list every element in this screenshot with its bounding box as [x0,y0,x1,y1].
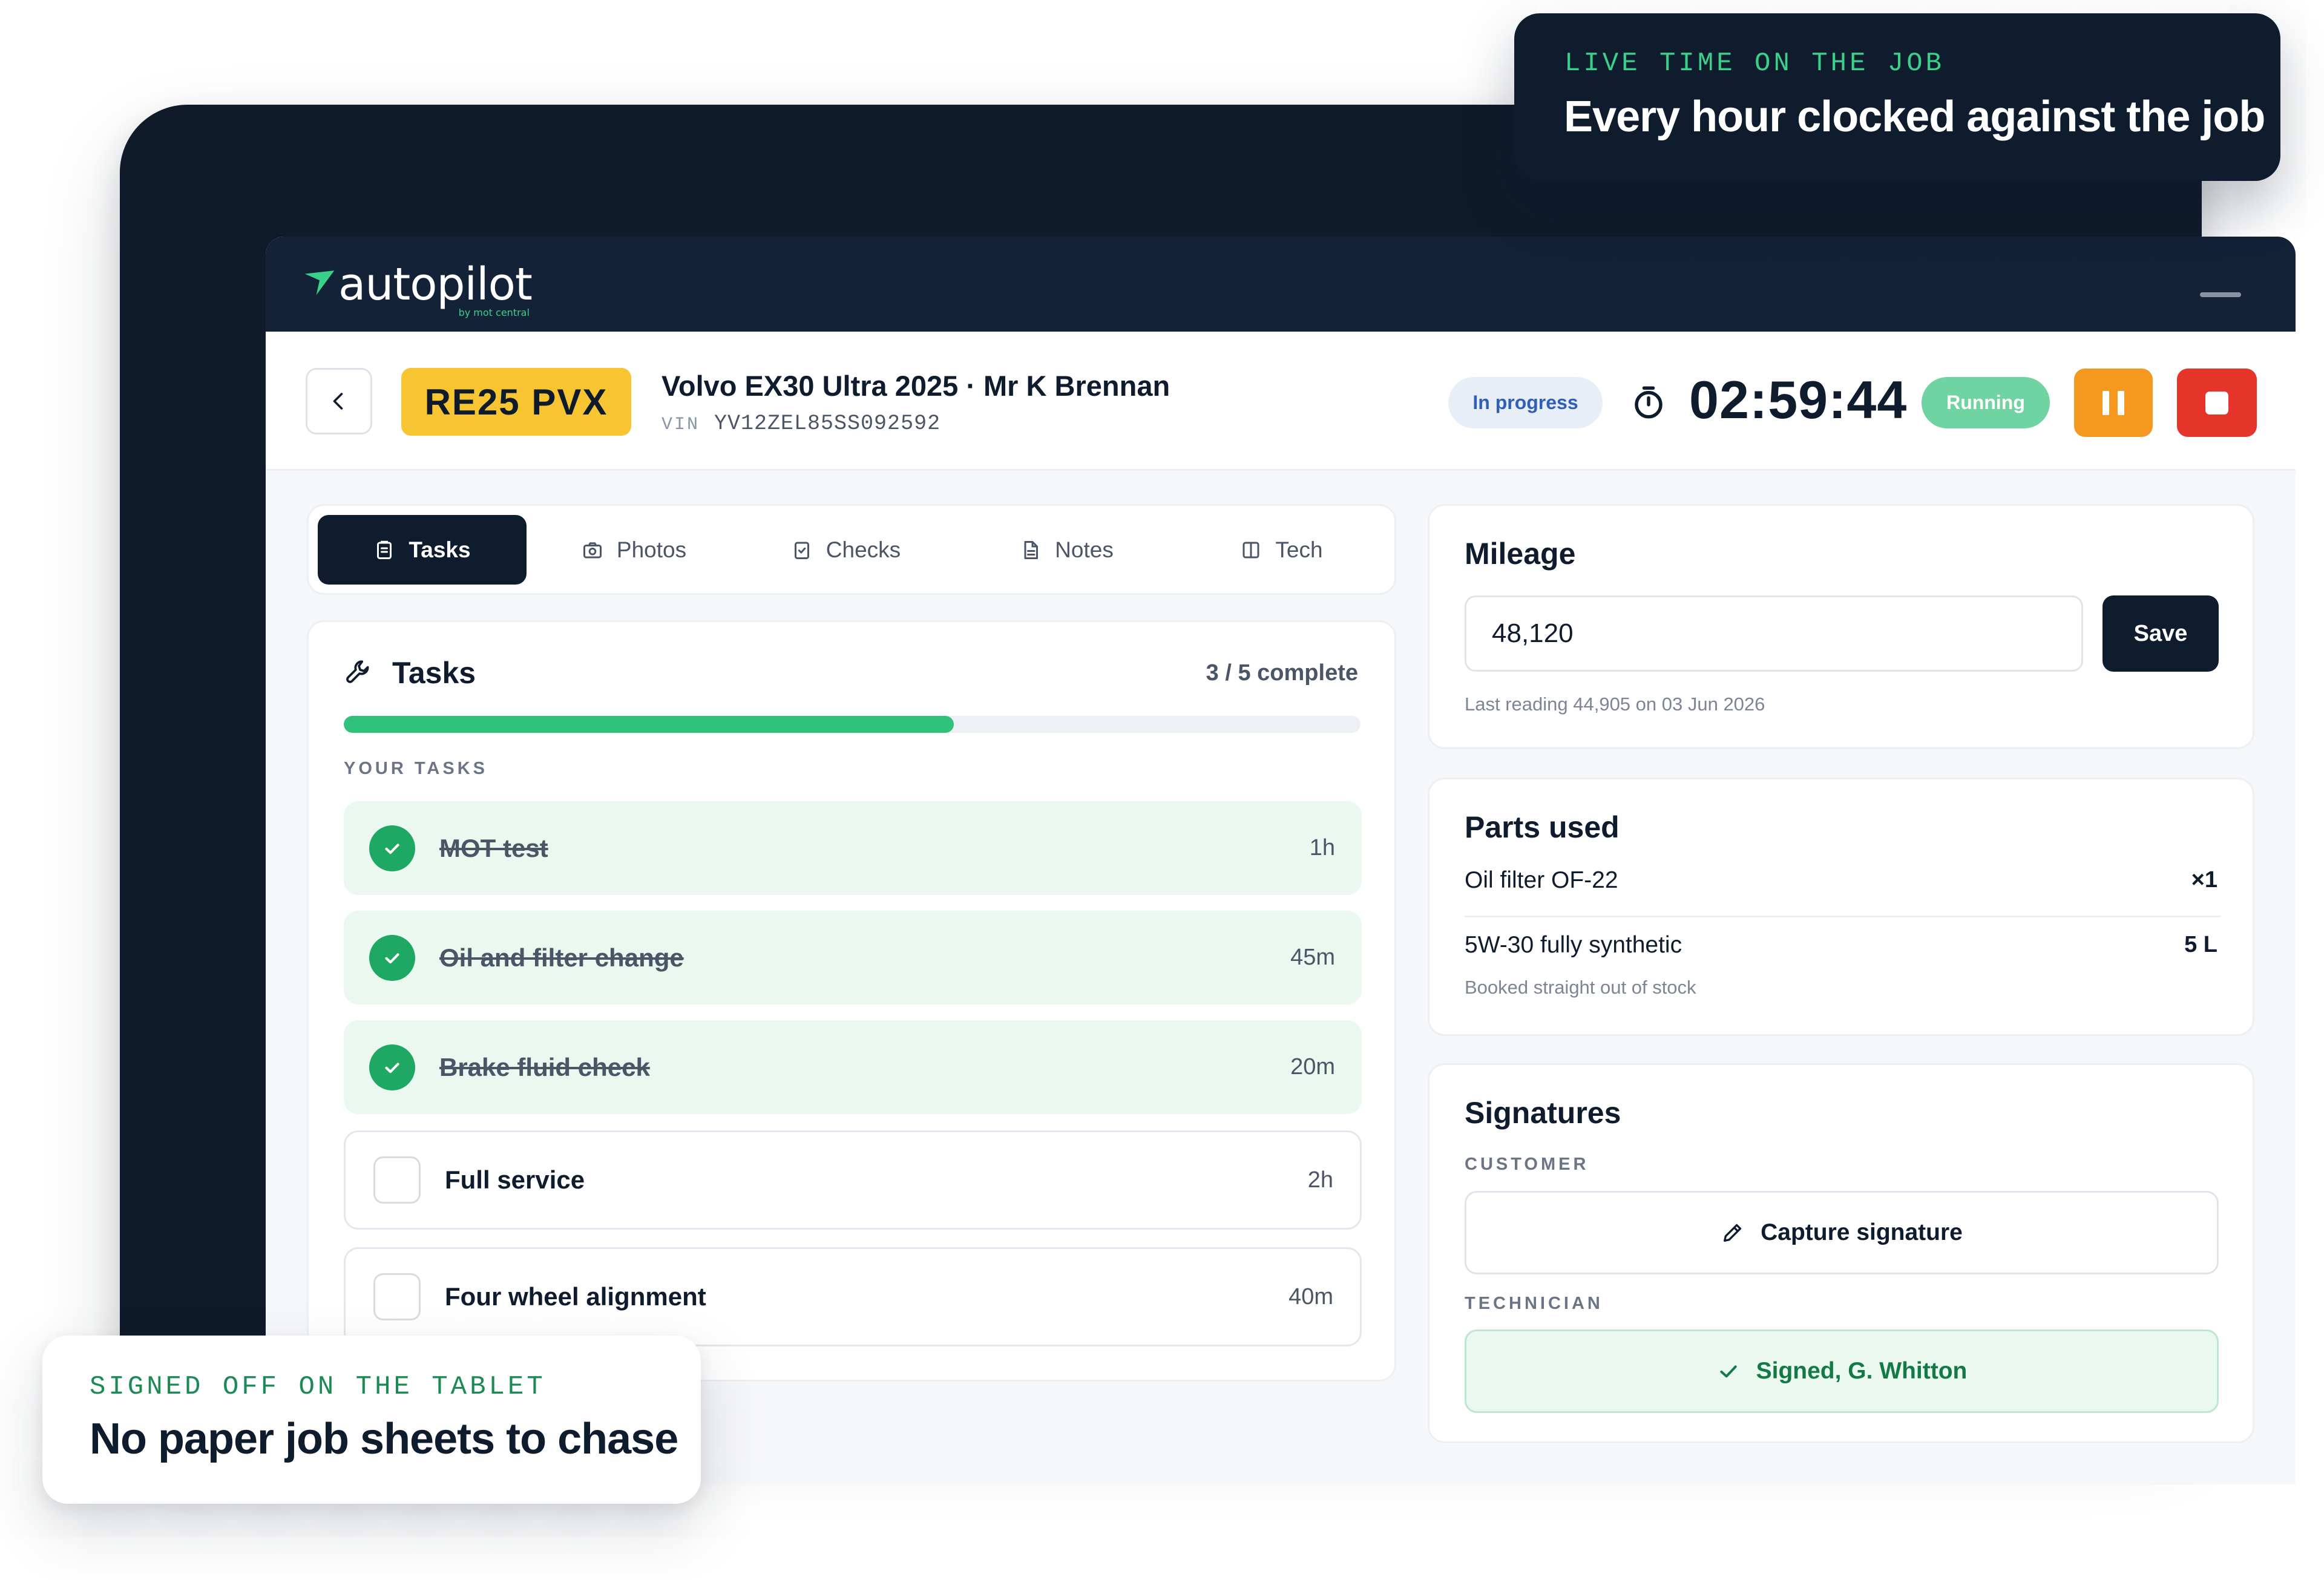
task-name: Brake fluid check [439,1052,650,1081]
callout-headline: No paper job sheets to chase [90,1415,678,1463]
divider [1465,916,2221,917]
autopilot-logo: autopilot by mot central [303,258,533,318]
task-row[interactable]: Four wheel alignment 40m [344,1247,1362,1346]
tab-checks[interactable]: Checks [741,515,950,585]
task-checkbox-checked[interactable] [369,1044,415,1090]
part-quantity: 5 L [2184,932,2217,957]
pencil-icon [1724,1224,1742,1242]
technician-label: TECHNICIAN [1465,1294,1603,1313]
task-duration: 40m [1288,1283,1333,1310]
customer-label: CUSTOMER [1465,1155,1589,1174]
save-mileage-button[interactable]: Save [2102,595,2219,672]
task-row[interactable]: Brake fluid check 20m [344,1020,1362,1114]
tablet-screen: autopilot by mot central RE25 PVX Volvo … [266,237,2296,1484]
callout-signed-off: SIGNED OFF ON THE TABLET No paper job sh… [42,1336,701,1504]
technician-signed-badge[interactable]: Signed, G. Whitton [1465,1329,2219,1413]
registration-plate: RE25 PVX [401,368,631,436]
part-quantity: ×1 [2191,867,2217,893]
tasks-card: Tasks 3 / 5 complete YOUR TASKS MOT test… [307,620,1396,1382]
tab-tasks[interactable]: Tasks [318,515,527,585]
last-reading-note: Last reading 44,905 on 03 Jun 2026 [1465,693,1765,715]
vin-label: VIN [661,415,700,435]
tab-label: Tech [1275,537,1323,562]
menu-icon[interactable] [2200,292,2241,297]
task-duration: 2h [1307,1167,1333,1193]
task-checkbox[interactable] [373,1273,421,1320]
task-duration: 1h [1309,835,1335,860]
mileage-title: Mileage [1465,537,1576,571]
tab-photos[interactable]: Photos [530,515,738,585]
vehicle-title: Volvo EX30 Ultra 2025 · Mr K Brennan [661,370,1170,402]
tab-label: Checks [826,537,901,562]
clipboard-icon [377,540,392,559]
tab-tech[interactable]: Tech [1177,515,1386,585]
vin-row: VIN YV12ZEL85SS092592 [661,411,940,436]
parts-card: Parts used Oil filter OF-22 ×1 5W-30 ful… [1428,778,2254,1036]
timer-state-badge: Running [1922,377,2050,428]
tab-label: Photos [616,537,687,562]
checkmark-icon [385,843,399,854]
task-row[interactable]: MOT test 1h [344,801,1362,895]
chevron-left-icon [333,393,343,410]
tab-notes[interactable]: Notes [962,515,1171,585]
tasks-progress-fill [344,716,954,733]
stop-button[interactable] [2177,369,2257,437]
task-name: Oil and filter change [439,943,684,972]
parts-title: Parts used [1465,810,1620,844]
mileage-card: Mileage 48,120 Save Last reading 44,905 … [1428,504,2254,749]
task-checkbox[interactable] [373,1156,421,1204]
logo-wordmark: autopilot [338,258,533,310]
mileage-input[interactable]: 48,120 [1465,595,2083,672]
status-badge: In progress [1448,377,1603,428]
task-checkbox-checked[interactable] [369,934,415,981]
vin-value: YV12ZEL85SS092592 [714,411,941,436]
capture-signature-button[interactable]: Capture signature [1465,1191,2219,1274]
task-name: Full service [445,1165,585,1194]
parts-note: Booked straight out of stock [1465,977,1696,998]
job-header: RE25 PVX Volvo EX30 Ultra 2025 · Mr K Br… [266,332,2296,471]
job-timer: 02:59:44 [1689,370,1908,430]
stop-icon [2205,391,2228,415]
callout-headline: Every hour clocked against the job [1564,93,2265,141]
task-row[interactable]: Oil and filter change 45m [344,911,1362,1005]
task-name: Four wheel alignment [445,1282,706,1311]
signatures-title: Signatures [1465,1096,1621,1130]
task-name: MOT test [439,833,548,862]
task-duration: 20m [1290,1054,1335,1080]
back-button[interactable] [306,368,372,434]
signatures-card: Signatures CUSTOMER Capture signature TE… [1428,1063,2254,1443]
logo-mark-icon [304,270,335,295]
capture-signature-label: Capture signature [1761,1219,1963,1245]
camera-icon [583,542,602,558]
task-duration: 45m [1290,945,1335,970]
columns-icon [1242,542,1259,558]
signed-label: Signed, G. Whitton [1756,1358,1968,1384]
app-bar: autopilot by mot central [266,237,2296,332]
tasks-progress-count: 3 / 5 complete [1206,660,1358,686]
document-icon [1024,540,1039,559]
tab-bar: Tasks Photos Checks Notes Tech [307,504,1396,595]
logo-subtext: by mot central [458,307,530,318]
checklist-icon [794,542,809,559]
task-checkbox-checked[interactable] [369,825,415,871]
tab-label: Tasks [409,537,471,562]
your-tasks-label: YOUR TASKS [344,759,488,778]
stopwatch-icon [1635,386,1663,419]
callout-live-time: LIVE TIME ON THE JOB Every hour clocked … [1514,13,2280,181]
tablet-frame: autopilot by mot central RE25 PVX Volvo … [120,105,2296,1484]
callout-kicker: SIGNED OFF ON THE TABLET [90,1372,546,1402]
callout-kicker: LIVE TIME ON THE JOB [1564,48,1945,79]
pause-icon [2102,390,2124,415]
tab-label: Notes [1055,537,1114,562]
tasks-progress-bar [344,716,1361,733]
checkmark-icon [385,952,399,963]
checkmark-icon [385,1062,399,1073]
pause-button[interactable] [2074,369,2153,437]
wrench-icon [346,660,369,683]
part-name: Oil filter OF-22 [1465,867,1618,893]
tasks-title: Tasks [392,656,476,690]
task-row[interactable]: Full service 2h [344,1130,1362,1230]
checkmark-icon [1719,1365,1737,1378]
part-name: 5W-30 fully synthetic [1465,932,1682,958]
